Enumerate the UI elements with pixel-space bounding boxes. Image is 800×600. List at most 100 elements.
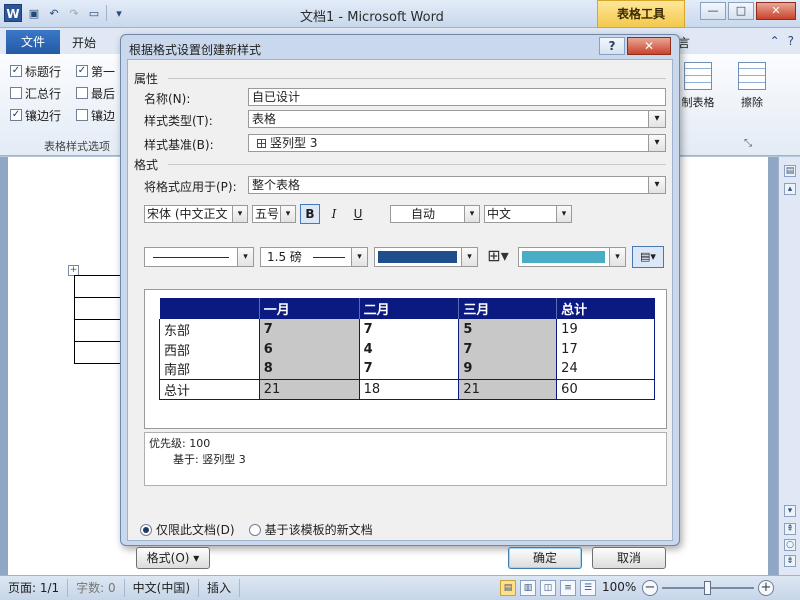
style-description: 优先级: 100 基于: 竖列型 3 bbox=[144, 432, 667, 486]
draft-view-icon[interactable]: ☰ bbox=[580, 580, 596, 596]
opt-row-1: ✓ 标题行 ✓ 第一 bbox=[10, 60, 122, 82]
radio-unselected-icon bbox=[248, 524, 261, 536]
borders-icon[interactable]: ⊞▾ bbox=[484, 247, 512, 267]
opt-row-2: 汇总行 最后 bbox=[10, 82, 122, 104]
redo-icon[interactable]: ↷ bbox=[66, 5, 82, 21]
outline-view-icon[interactable]: ≡ bbox=[560, 580, 576, 596]
preview-header-row: 一月 二月 三月 总计 bbox=[159, 298, 655, 319]
minimize-button[interactable]: — bbox=[700, 2, 726, 20]
preview-header-cell: 三月 bbox=[458, 298, 558, 319]
dialog-title: 根据格式设置创建新样式 bbox=[129, 43, 262, 57]
zoom-level[interactable]: 100% bbox=[602, 580, 636, 594]
status-bar: 页面: 1/1 字数: 0 中文(中国) 插入 ▤ ▥ ◫ ≡ ☰ 100% −… bbox=[0, 575, 800, 600]
border-color-select[interactable]: ▾ bbox=[374, 247, 478, 267]
style-name-input[interactable]: 自已设计 bbox=[248, 88, 666, 106]
line-style-select[interactable]: ▾ bbox=[144, 247, 254, 267]
ruler-toggle-icon[interactable]: ▤ bbox=[784, 165, 796, 177]
browse-object-icon[interactable]: ○ bbox=[784, 539, 796, 551]
border-color-swatch bbox=[378, 251, 457, 263]
scope-radio-group: 仅限此文档(D) 基于该模板的新文档 bbox=[140, 521, 373, 538]
checkbox-unchecked-icon bbox=[76, 109, 88, 121]
total-row-option[interactable]: 汇总行 bbox=[10, 85, 76, 102]
draw-borders-group: 制表格 擦除 bbox=[676, 62, 774, 110]
style-options-group-label: 表格样式选项 bbox=[44, 140, 110, 153]
banded-rows-option[interactable]: ✓ 镶边行 bbox=[10, 107, 76, 124]
banded-columns-option[interactable]: 镶边 bbox=[76, 107, 120, 124]
divider bbox=[168, 78, 666, 79]
table-style-options-group: ✓ 标题行 ✓ 第一 汇总行 最后 ✓ 镶边行 镶边 bbox=[10, 60, 122, 150]
view-buttons: ▤ ▥ ◫ ≡ ☰ bbox=[500, 580, 596, 596]
new-doc-icon[interactable]: ▭ bbox=[86, 5, 102, 21]
apply-to-select[interactable]: 整个表格 bbox=[248, 176, 666, 194]
shading-color-swatch bbox=[522, 251, 605, 263]
preview-row: 东部 7 7 5 19 bbox=[159, 319, 655, 339]
print-layout-view-icon[interactable]: ▤ bbox=[500, 580, 516, 596]
preview-cell: 21 bbox=[458, 378, 557, 400]
tab-file[interactable]: 文件 bbox=[6, 30, 60, 54]
underline-button[interactable]: U bbox=[348, 204, 368, 224]
shading-color-select[interactable]: ▾ bbox=[518, 247, 626, 267]
line-style-preview bbox=[153, 257, 229, 258]
eraser-button[interactable]: 擦除 bbox=[730, 62, 774, 110]
next-page-icon[interactable]: ⇟ bbox=[784, 555, 796, 567]
style-type-select[interactable]: 表格 bbox=[248, 110, 666, 128]
first-column-option[interactable]: ✓ 第一 bbox=[76, 63, 120, 80]
collapse-ribbon-icon[interactable]: ⌃ bbox=[770, 34, 780, 48]
zoom-out-icon[interactable]: − bbox=[642, 580, 658, 596]
web-layout-view-icon[interactable]: ◫ bbox=[540, 580, 556, 596]
vertical-scrollbar[interactable]: ▤ ▴ ▾ ⇞ ○ ⇟ bbox=[778, 157, 800, 575]
reading-view-icon[interactable]: ▥ bbox=[520, 580, 536, 596]
word-logo-icon[interactable]: W bbox=[4, 4, 22, 22]
close-button[interactable]: ✕ bbox=[756, 2, 796, 20]
based-on-select[interactable]: 竖列型 3 bbox=[248, 134, 666, 152]
font-select[interactable]: 宋体 (中文正文 bbox=[144, 205, 248, 223]
zoom-slider-thumb[interactable] bbox=[704, 581, 711, 595]
based-on-label: 样式基准(B): bbox=[144, 138, 214, 152]
font-color-select[interactable]: 自动 bbox=[390, 205, 480, 223]
scroll-up-icon[interactable]: ▴ bbox=[784, 183, 796, 195]
zoom-slider[interactable] bbox=[662, 581, 754, 595]
help-icon[interactable]: ? bbox=[788, 34, 794, 48]
line-weight-select[interactable]: 1.5 磅 ▾ bbox=[260, 247, 368, 267]
preview-table: 一月 二月 三月 总计 东部 7 7 5 19 西部 6 4 7 17 南部 8… bbox=[159, 298, 655, 400]
script-select[interactable]: 中文 bbox=[484, 205, 572, 223]
prev-page-icon[interactable]: ⇞ bbox=[784, 523, 796, 535]
zoom-in-icon[interactable]: + bbox=[758, 580, 774, 596]
scroll-down-icon[interactable]: ▾ bbox=[784, 505, 796, 517]
cancel-button[interactable]: 取消 bbox=[592, 547, 666, 569]
last-column-option[interactable]: 最后 bbox=[76, 85, 120, 102]
dialog-launcher-icon[interactable]: ⤡ bbox=[744, 138, 752, 149]
format-menu-button[interactable]: 格式(O) ▾ bbox=[136, 547, 210, 569]
customize-qat-icon[interactable]: ▾ bbox=[111, 5, 127, 21]
preview-header-cell: 二月 bbox=[359, 298, 460, 319]
tab-home[interactable]: 开始 bbox=[72, 34, 96, 51]
header-row-option[interactable]: ✓ 标题行 bbox=[10, 63, 76, 80]
insert-mode[interactable]: 插入 bbox=[199, 579, 241, 597]
preview-cell: 17 bbox=[556, 339, 655, 359]
border-format-toolbar: ▾ 1.5 磅 ▾ ▾ ⊞▾ ▾ ▤▾ bbox=[144, 246, 664, 268]
dialog-help-button[interactable]: ? bbox=[599, 37, 625, 55]
preview-cell: 21 bbox=[258, 378, 360, 400]
cell-alignment-icon[interactable]: ▤▾ bbox=[632, 246, 664, 268]
language[interactable]: 中文(中国) bbox=[125, 579, 200, 597]
font-size-select[interactable]: 五号 bbox=[252, 205, 296, 223]
window-title: 文档1 - Microsoft Word bbox=[300, 10, 444, 25]
word-count[interactable]: 字数: 0 bbox=[68, 579, 125, 597]
preview-header-cell bbox=[159, 298, 260, 319]
only-this-document-radio[interactable]: 仅限此文档(D) bbox=[140, 521, 235, 538]
italic-button[interactable]: I bbox=[324, 204, 344, 224]
checkbox-unchecked-icon bbox=[76, 87, 88, 99]
dialog-close-button[interactable]: ✕ bbox=[627, 37, 671, 55]
ok-button[interactable]: 确定 bbox=[508, 547, 582, 569]
based-on-text: 基于: 竖列型 3 bbox=[173, 453, 246, 466]
save-icon[interactable]: ▣ bbox=[26, 5, 42, 21]
undo-icon[interactable]: ↶ bbox=[46, 5, 62, 21]
draw-table-button[interactable]: 制表格 bbox=[676, 62, 720, 110]
chevron-down-icon: ▾ bbox=[609, 248, 625, 266]
restore-button[interactable]: □ bbox=[728, 2, 754, 20]
bold-button[interactable]: B bbox=[300, 204, 320, 224]
page-count[interactable]: 页面: 1/1 bbox=[0, 579, 69, 597]
preview-cell: 南部 bbox=[159, 359, 260, 379]
preview-cell: 总计 bbox=[159, 378, 260, 400]
new-documents-template-radio[interactable]: 基于该模板的新文档 bbox=[248, 521, 373, 538]
